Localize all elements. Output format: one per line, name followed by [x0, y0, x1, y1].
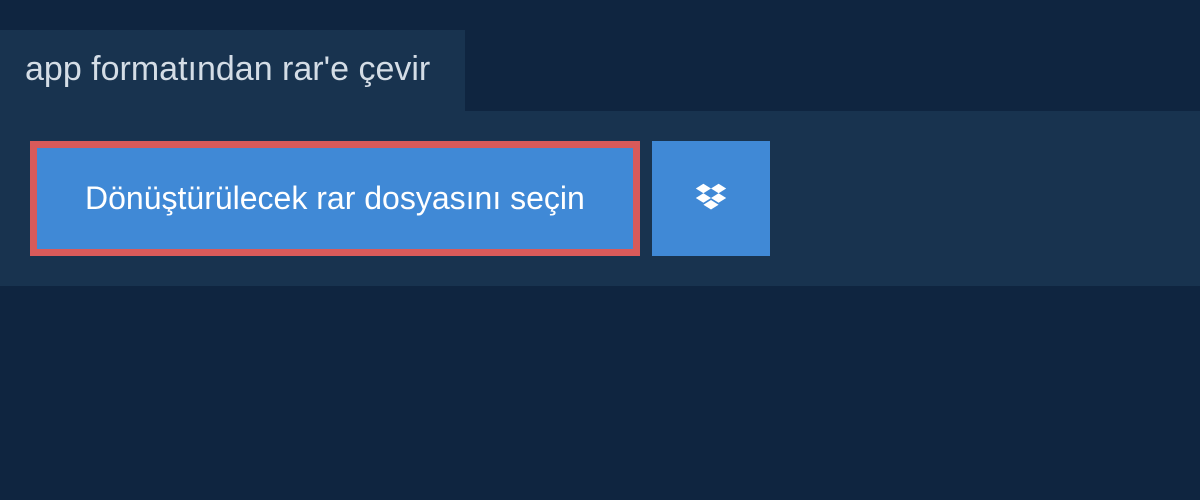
header-tab: app formatından rar'e çevir: [0, 30, 465, 111]
upload-panel: Dönüştürülecek rar dosyasını seçin: [0, 111, 1200, 286]
dropbox-button[interactable]: [652, 141, 770, 256]
page-title: app formatından rar'e çevir: [25, 50, 430, 89]
select-file-button[interactable]: Dönüştürülecek rar dosyasını seçin: [30, 141, 640, 256]
dropbox-icon: [692, 180, 730, 218]
select-file-button-label: Dönüştürülecek rar dosyasını seçin: [85, 180, 585, 217]
